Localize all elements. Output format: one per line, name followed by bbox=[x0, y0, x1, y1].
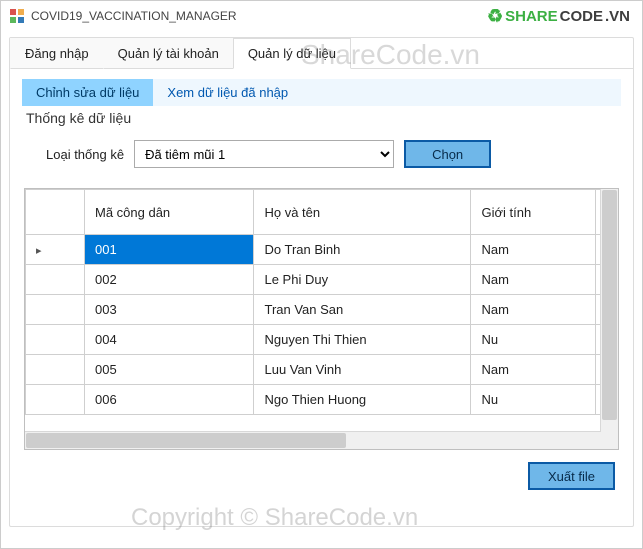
cell-id[interactable]: 003 bbox=[85, 295, 254, 325]
table-row[interactable]: 003 Tran Van San Nam 27/ bbox=[26, 295, 620, 325]
main-tabs: Đăng nhập Quản lý tài khoản Quản lý dữ l… bbox=[10, 37, 633, 69]
brand-tld: .VN bbox=[605, 8, 630, 25]
col-name[interactable]: Họ và tên bbox=[254, 190, 471, 235]
sub-tabs: Chỉnh sửa dữ liệu Xem dữ liệu đã nhập bbox=[22, 79, 621, 106]
filter-button[interactable]: Chọn bbox=[404, 140, 491, 168]
cell-gender[interactable]: Nam bbox=[471, 355, 596, 385]
col-gender[interactable]: Giới tính bbox=[471, 190, 596, 235]
tab-login[interactable]: Đăng nhập bbox=[10, 38, 104, 69]
section-title: Thống kê dữ liệu bbox=[24, 106, 619, 136]
brand-share: SHARE bbox=[505, 8, 558, 25]
brand-logo: ♻ SHARECODE.VN bbox=[487, 7, 630, 25]
horizontal-scrollbar[interactable] bbox=[25, 431, 601, 449]
grid-table: Mã công dân Họ và tên Giới tính Ng 001 D… bbox=[25, 189, 619, 415]
cell-name[interactable]: Luu Van Vinh bbox=[254, 355, 471, 385]
table-row[interactable]: 006 Ngo Thien Huong Nu 22/ bbox=[26, 385, 620, 415]
col-id[interactable]: Mã công dân bbox=[85, 190, 254, 235]
app-icon bbox=[9, 8, 25, 24]
filter-row: Loại thống kê Đã tiêm mũi 1 Chọn bbox=[24, 136, 619, 182]
table-row[interactable]: 001 Do Tran Binh Nam 20/ bbox=[26, 235, 620, 265]
tab-accounts[interactable]: Quản lý tài khoản bbox=[103, 38, 234, 69]
row-header[interactable] bbox=[26, 325, 85, 355]
export-row: Xuất file bbox=[24, 450, 619, 490]
cell-name[interactable]: Do Tran Binh bbox=[254, 235, 471, 265]
cell-gender[interactable]: Nu bbox=[471, 325, 596, 355]
cell-gender[interactable]: Nam bbox=[471, 235, 596, 265]
brand-code: CODE bbox=[560, 8, 603, 25]
cell-name[interactable]: Ngo Thien Huong bbox=[254, 385, 471, 415]
filter-label: Loại thống kê bbox=[26, 147, 124, 162]
tab-data[interactable]: Quản lý dữ liệu bbox=[233, 38, 351, 69]
window-title: COVID19_VACCINATION_MANAGER bbox=[31, 9, 237, 23]
cell-id[interactable]: 002 bbox=[85, 265, 254, 295]
data-grid: Mã công dân Họ và tên Giới tính Ng 001 D… bbox=[24, 188, 619, 450]
horizontal-scroll-thumb[interactable] bbox=[26, 433, 346, 448]
tab-panel-data: Chỉnh sửa dữ liệu Xem dữ liệu đã nhập Th… bbox=[10, 69, 633, 502]
row-header[interactable] bbox=[26, 265, 85, 295]
cell-name[interactable]: Nguyen Thi Thien bbox=[254, 325, 471, 355]
table-row[interactable]: 002 Le Phi Duy Nam 15/ bbox=[26, 265, 620, 295]
cell-id[interactable]: 005 bbox=[85, 355, 254, 385]
cell-name[interactable]: Tran Van San bbox=[254, 295, 471, 325]
cell-id[interactable]: 001 bbox=[85, 235, 254, 265]
row-header[interactable] bbox=[26, 355, 85, 385]
tab-container: Đăng nhập Quản lý tài khoản Quản lý dữ l… bbox=[9, 37, 634, 527]
row-header[interactable] bbox=[26, 235, 85, 265]
table-row[interactable]: 005 Luu Van Vinh Nam 23/ bbox=[26, 355, 620, 385]
filter-combo[interactable]: Đã tiêm mũi 1 bbox=[134, 140, 394, 168]
table-row[interactable]: 004 Nguyen Thi Thien Nu 14/ bbox=[26, 325, 620, 355]
cell-id[interactable]: 006 bbox=[85, 385, 254, 415]
subtab-view[interactable]: Xem dữ liệu đã nhập bbox=[153, 79, 302, 106]
recycle-icon: ♻ bbox=[487, 7, 503, 25]
app-window: COVID19_VACCINATION_MANAGER ♻ SHARECODE.… bbox=[0, 0, 643, 549]
cell-name[interactable]: Le Phi Duy bbox=[254, 265, 471, 295]
vertical-scroll-thumb[interactable] bbox=[602, 190, 617, 420]
cell-gender[interactable]: Nu bbox=[471, 385, 596, 415]
cell-id[interactable]: 004 bbox=[85, 325, 254, 355]
grid-corner[interactable] bbox=[26, 190, 85, 235]
subtab-edit[interactable]: Chỉnh sửa dữ liệu bbox=[22, 79, 153, 106]
row-header[interactable] bbox=[26, 385, 85, 415]
cell-gender[interactable]: Nam bbox=[471, 265, 596, 295]
export-button[interactable]: Xuất file bbox=[528, 462, 615, 490]
cell-gender[interactable]: Nam bbox=[471, 295, 596, 325]
grid-header-row: Mã công dân Họ và tên Giới tính Ng bbox=[26, 190, 620, 235]
row-header[interactable] bbox=[26, 295, 85, 325]
vertical-scrollbar[interactable] bbox=[600, 189, 618, 449]
